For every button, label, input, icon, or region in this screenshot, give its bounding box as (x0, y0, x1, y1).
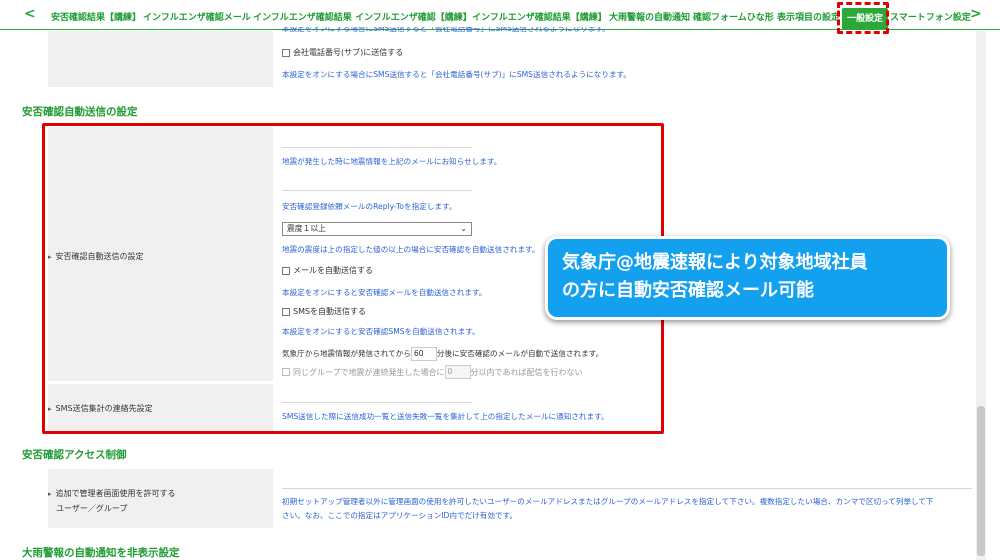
auto-send-note-mail: 本設定をオンにすると安否確認メールを自動送信されます。 (282, 288, 487, 297)
same-group-suffix: 分以内であれば配信を行わない (470, 367, 583, 377)
auto-send-note-reply-to: 安否確認登録依頼メールのReply-Toを指定します。 (282, 202, 457, 211)
access-note-line2: さい。なお、ここでの指定はアプリケーションID内でだけ有効です。 (282, 511, 517, 520)
tab-next-arrow-icon[interactable]: > (970, 6, 982, 22)
auto-sms-checkbox-label: SMSを自動送信する (293, 307, 367, 316)
auto-send-label: 安否確認自動送信の設定 (48, 251, 144, 262)
top-cut-note: 本設定をオンにする場合にSMS送信すると「会社電話番号」にSMS送信されるように… (282, 27, 610, 33)
scrollbar-thumb[interactable] (977, 406, 985, 556)
chevron-down-icon: ⌄ (460, 224, 467, 233)
same-group-minutes-input[interactable]: 0 (444, 365, 471, 379)
tab-display-item-settings[interactable]: 表示項目の設定 (777, 10, 840, 23)
tab-flu-result-drill[interactable]: インフルエンザ確認結果【講練】 (472, 10, 607, 23)
auto-send-note-sms: 本設定をオンにすると安否確認SMSを自動送信されます。 (282, 327, 480, 336)
auto-mail-checkbox-label: メールを自動送信する (293, 266, 373, 275)
sms-report-label: SMS送信集計の連絡先設定 (48, 403, 153, 414)
intensity-select[interactable]: 震度１以上 ⌄ (282, 222, 472, 236)
access-heading: 安否確認アクセス制御 (22, 449, 127, 461)
tab-general-settings[interactable]: 一般設定 (842, 8, 889, 30)
intensity-select-value: 震度１以上 (287, 224, 326, 233)
access-users-input[interactable] (282, 488, 972, 489)
auto-mail-checkbox-row[interactable]: メールを自動送信する (282, 265, 373, 276)
tab-bar: < 安否確認結果【講練】 インフルエンザ確認メール インフルエンザ確認結果 イン… (0, 0, 1000, 30)
page-scrollbar[interactable] (976, 31, 986, 560)
delay-minutes-input[interactable]: 60 (410, 347, 437, 361)
access-note-line1: 初期セットアップ管理者以外に管理画面の使用を許可したいユーザーのメールアドレスま… (282, 497, 934, 506)
auto-send-note-quake: 地震が発生した時に地震情報を上記のメールにお知らせします。 (282, 157, 502, 166)
tab-flu-confirm-mail[interactable]: インフルエンザ確認メール (143, 10, 251, 23)
sms-report-note: SMS送信した際に送信成功一覧と送信失敗一覧を集計して上の指定したメールに通知さ… (282, 412, 609, 421)
access-label-line1: 追加で管理者画面使用を許可する (48, 488, 176, 499)
tab-flu-confirm-result[interactable]: インフルエンザ確認結果 (253, 10, 352, 23)
sms-report-mail-input[interactable] (282, 402, 472, 403)
auto-send-heading: 安否確認自動送信の設定 (22, 106, 138, 118)
same-group-prefix: 同じグループで地震が連続発生した場合に (293, 367, 445, 377)
same-group-row: 同じグループで地震が連続発生した場合に 0 分以内であれば配信を行わない (282, 365, 582, 379)
sub-phone-checkbox[interactable] (282, 48, 290, 57)
access-label-line2: ユーザー／グループ (56, 504, 128, 513)
tab-heavy-rain-auto-notice[interactable]: 大雨警報の自動通知 (609, 10, 690, 23)
callout-line-1: 気象庁@地震速報により対象地域社員 (562, 252, 868, 273)
heavy-rain-hide-heading: 大雨警報の自動通知を非表示設定 (22, 547, 180, 559)
tab-flu-confirm-drill[interactable]: インフルエンザ確認【講練】 (355, 10, 472, 23)
sub-phone-checkbox-label: 会社電話番号(サブ)に送信する (293, 48, 404, 57)
auto-mail-checkbox[interactable] (282, 266, 290, 275)
top-label-cell (48, 31, 273, 87)
tab-safety-result-drill[interactable]: 安否確認結果【講練】 (51, 10, 141, 23)
sub-phone-note: 本設定をオンにする場合にSMS送信すると「会社電話番号(サブ)」にSMS送信され… (282, 70, 631, 79)
delay-prefix: 気象庁から地震情報が発信されてから (282, 349, 411, 358)
sub-phone-checkbox-row[interactable]: 会社電話番号(サブ)に送信する (282, 47, 403, 58)
reply-to-input[interactable] (282, 190, 472, 191)
callout-line-2: の方に自動安否確認メール可能 (562, 280, 814, 301)
delay-row: 気象庁から地震情報が発信されてから 60 分後に安否確認のメールが自動で送信されます… (282, 347, 603, 361)
delay-suffix: 分後に安否確認のメールが自動で送信されます。 (436, 349, 604, 358)
auto-sms-checkbox-row[interactable]: SMSを自動送信する (282, 306, 366, 317)
notify-mail-input[interactable] (282, 147, 472, 148)
tab-smartphone-settings[interactable]: スマートフォン設定 (890, 10, 971, 23)
auto-sms-checkbox[interactable] (282, 307, 290, 316)
tab-confirm-form-template[interactable]: 確認フォームひな形 (693, 10, 774, 23)
tab-prev-arrow-icon[interactable]: < (24, 6, 36, 22)
auto-send-note-intensity: 地震の震度は上の指定した値の以上の場合に安否確認を自動送信されます。 (282, 245, 540, 254)
feature-callout: 気象庁@地震速報により対象地域社員 の方に自動安否確認メール可能 (545, 236, 950, 320)
same-group-checkbox[interactable] (282, 368, 290, 376)
